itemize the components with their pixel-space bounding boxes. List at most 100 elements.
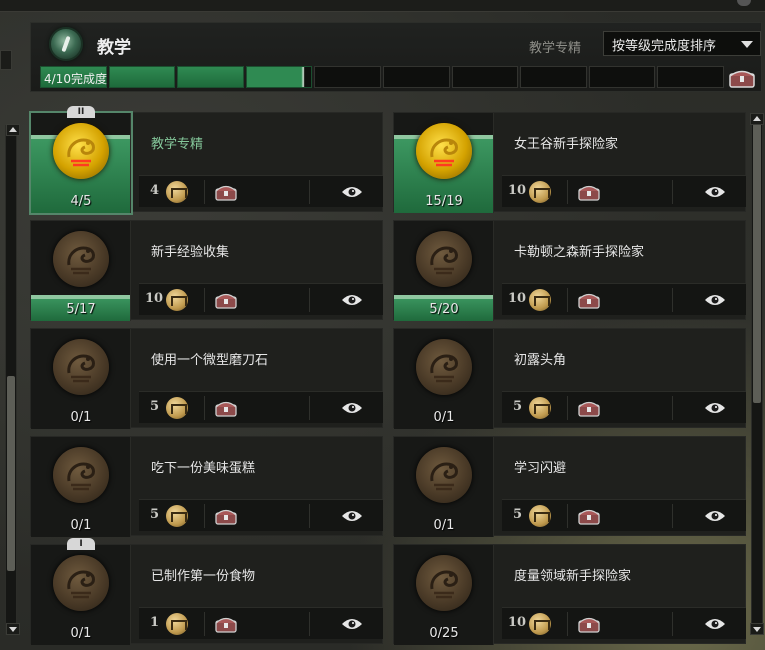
- eye-icon[interactable]: [341, 400, 363, 419]
- chest-icon[interactable]: [577, 614, 601, 638]
- divider: [309, 504, 310, 528]
- achievement-icon-box[interactable]: 15/19: [394, 113, 494, 213]
- achievement-title: 教学专精: [151, 137, 204, 152]
- achievement-card[interactable]: 0/1 吃下一份美味蛋糕 5: [30, 436, 383, 537]
- divider: [672, 180, 673, 204]
- achievement-card[interactable]: 0/25 度量领域新手探险家 10: [393, 544, 746, 645]
- left-scroll-down-button[interactable]: [6, 623, 20, 635]
- eye-icon[interactable]: [704, 292, 726, 311]
- achievement-icon-box[interactable]: 0/1: [394, 437, 494, 537]
- chest-icon[interactable]: [214, 398, 238, 422]
- achievement-progress-count: 5/20: [429, 302, 459, 317]
- chest-icon[interactable]: [728, 67, 756, 93]
- achievement-icon-box[interactable]: 0/1: [31, 329, 131, 429]
- achievement-card[interactable]: 15/19 女王谷新手探险家 10: [393, 112, 746, 213]
- chest-icon[interactable]: [577, 398, 601, 422]
- eye-icon[interactable]: [704, 400, 726, 419]
- achievement-points-icon: [529, 289, 551, 311]
- achievement-progress-edge: [31, 295, 130, 299]
- achievement-progress-edge: [394, 295, 493, 299]
- bronze-emblem-icon: [416, 447, 472, 503]
- achievement-title: 女王谷新手探险家: [514, 137, 619, 152]
- achievement-icon-box[interactable]: 5/17: [31, 221, 131, 321]
- achievement-card[interactable]: 0/1 I 已制作第一份食物 1: [30, 538, 383, 645]
- achievement-icon-box[interactable]: 0/1: [31, 437, 131, 537]
- achievement-title: 已制作第一份食物: [151, 569, 256, 584]
- category-progress-bar: [40, 66, 724, 88]
- divider: [672, 396, 673, 420]
- achievement-icon-box[interactable]: 5/20: [394, 221, 494, 321]
- achievement-points-icon: [166, 505, 188, 527]
- bronze-emblem-icon: [416, 555, 472, 611]
- right-scrollbar[interactable]: [751, 120, 763, 635]
- filter-label[interactable]: 教学专精: [529, 37, 581, 56]
- left-scrollbar[interactable]: [5, 125, 17, 635]
- chevron-down-icon: [741, 41, 753, 48]
- divider: [309, 180, 310, 204]
- chest-icon[interactable]: [214, 182, 238, 206]
- achievement-card[interactable]: 0/1 使用一个微型磨刀石 5: [30, 328, 383, 429]
- achievement-points-icon: [529, 613, 551, 635]
- eye-icon[interactable]: [341, 616, 363, 635]
- right-scrollbar-thumb[interactable]: [753, 123, 761, 403]
- chest-icon[interactable]: [577, 182, 601, 206]
- achievement-icon-box[interactable]: 0/1 I: [31, 538, 131, 645]
- trumpet-icon: [49, 27, 83, 61]
- achievement-footer: 5: [502, 391, 746, 423]
- achievement-card[interactable]: 4/5 II 教学专精 4: [29, 106, 383, 215]
- achievement-progress-count: 15/19: [425, 194, 463, 209]
- achievement-progress-count: 0/25: [429, 626, 459, 641]
- achievement-title: 吃下一份美味蛋糕: [151, 461, 256, 476]
- left-scrollbar-thumb[interactable]: [7, 376, 15, 571]
- chest-icon[interactable]: [214, 290, 238, 314]
- left-edge-tab[interactable]: [0, 50, 12, 70]
- achievement-points-icon: [166, 181, 188, 203]
- achievement-progress-count: 5/17: [66, 302, 96, 317]
- achievement-card[interactable]: 0/1 初露头角 5: [393, 328, 746, 429]
- achievement-points-icon: [166, 289, 188, 311]
- achievement-points: 5: [150, 399, 160, 414]
- eye-icon[interactable]: [341, 508, 363, 527]
- achievement-footer: 1: [139, 607, 383, 639]
- achievement-points-icon: [166, 613, 188, 635]
- bronze-emblem-icon: [53, 555, 109, 611]
- chest-icon[interactable]: [214, 506, 238, 530]
- divider: [204, 504, 205, 528]
- chest-icon[interactable]: [214, 614, 238, 638]
- achievement-card[interactable]: 5/17 新手经验收集 10: [30, 220, 383, 321]
- top-strip: [0, 0, 765, 12]
- achievement-points: 10: [508, 183, 527, 198]
- eye-icon[interactable]: [704, 616, 726, 635]
- achievement-points: 5: [513, 507, 523, 522]
- sort-dropdown[interactable]: 按等级完成度排序: [603, 31, 761, 56]
- achievement-title: 学习闪避: [514, 461, 567, 476]
- eye-icon[interactable]: [341, 184, 363, 203]
- achievement-icon-box[interactable]: 4/5 II: [29, 106, 133, 215]
- chest-icon[interactable]: [577, 290, 601, 314]
- achievement-icon-box[interactable]: 0/1: [394, 329, 494, 429]
- divider: [204, 396, 205, 420]
- right-scroll-down-button[interactable]: [750, 623, 764, 635]
- left-scroll-up-button[interactable]: [6, 124, 20, 136]
- bronze-emblem-icon: [53, 447, 109, 503]
- divider: [204, 180, 205, 204]
- eye-icon[interactable]: [704, 184, 726, 203]
- category-title: 教学: [97, 38, 131, 58]
- gold-emblem-icon: [53, 123, 109, 179]
- chest-icon[interactable]: [577, 506, 601, 530]
- achievement-icon-box[interactable]: 0/25: [394, 545, 494, 645]
- achievement-footer: 10: [502, 175, 746, 207]
- gold-emblem-icon: [416, 123, 472, 179]
- achievement-points: 5: [513, 399, 523, 414]
- achievement-title: 卡勒顿之森新手探险家: [514, 245, 645, 260]
- divider: [567, 504, 568, 528]
- eye-icon[interactable]: [341, 292, 363, 311]
- achievement-footer: 4: [139, 175, 383, 207]
- progress-segment: [451, 66, 519, 88]
- achievement-title: 度量领域新手探险家: [514, 569, 632, 584]
- achievement-card[interactable]: 5/20 卡勒顿之森新手探险家 10: [393, 220, 746, 321]
- eye-icon[interactable]: [704, 508, 726, 527]
- divider: [567, 612, 568, 636]
- right-scroll-up-button[interactable]: [750, 113, 764, 125]
- achievement-card[interactable]: 0/1 学习闪避 5: [393, 436, 746, 537]
